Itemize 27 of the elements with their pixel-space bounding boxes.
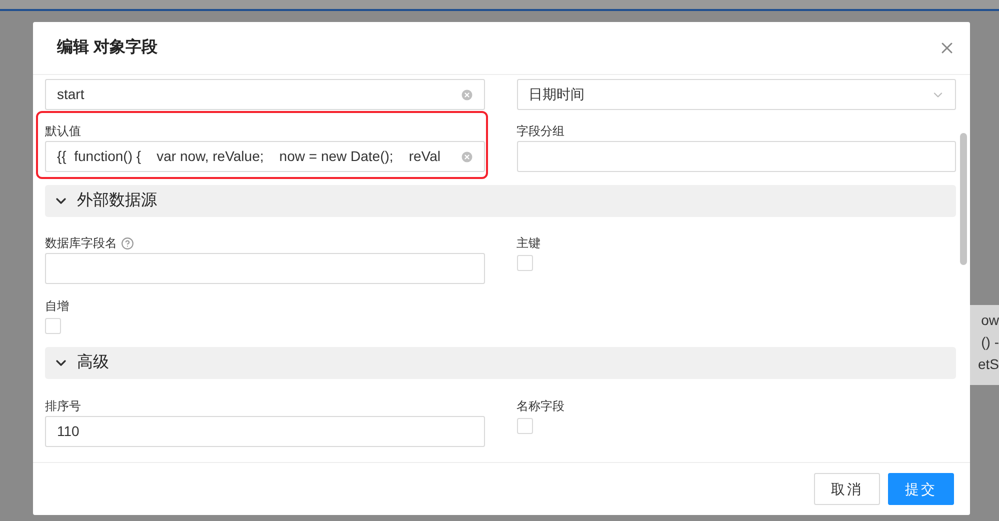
section-header[interactable]: 高级 (45, 347, 956, 379)
field-label: 数据库字段名 (45, 235, 117, 252)
clear-icon[interactable] (460, 88, 474, 102)
background-text: () - (981, 333, 999, 352)
background-text: etS (978, 355, 999, 374)
field-label: 排序号 (45, 398, 81, 415)
checkbox[interactable] (516, 255, 532, 271)
section-header[interactable]: 外部数据源 (45, 185, 956, 217)
field-label: 主键 (516, 235, 540, 252)
help-icon[interactable] (121, 236, 134, 250)
scrollbar-thumb[interactable] (960, 133, 966, 265)
dialog-title: 编辑 对象字段 (57, 37, 158, 58)
text-field[interactable]: start (45, 79, 484, 110)
clear-icon[interactable] (460, 150, 474, 164)
text-field[interactable] (45, 253, 484, 284)
select-field[interactable]: 日期时间 (516, 79, 956, 110)
text-field[interactable] (516, 141, 956, 172)
text-field[interactable]: {{ function() { var now, reValue; now = new Date(); reVal (45, 141, 484, 172)
field-label: 默认值 (45, 123, 81, 140)
cancel-button[interactable]: 取消 (814, 473, 880, 505)
checkbox[interactable] (516, 418, 532, 434)
text-field[interactable]: 110 (45, 416, 484, 447)
background-text: ow (981, 311, 999, 330)
field-label: 名称字段 (516, 398, 564, 415)
field-label: 字段分组 (516, 123, 564, 140)
field-label: 自增 (45, 298, 69, 315)
checkbox[interactable] (45, 318, 61, 334)
